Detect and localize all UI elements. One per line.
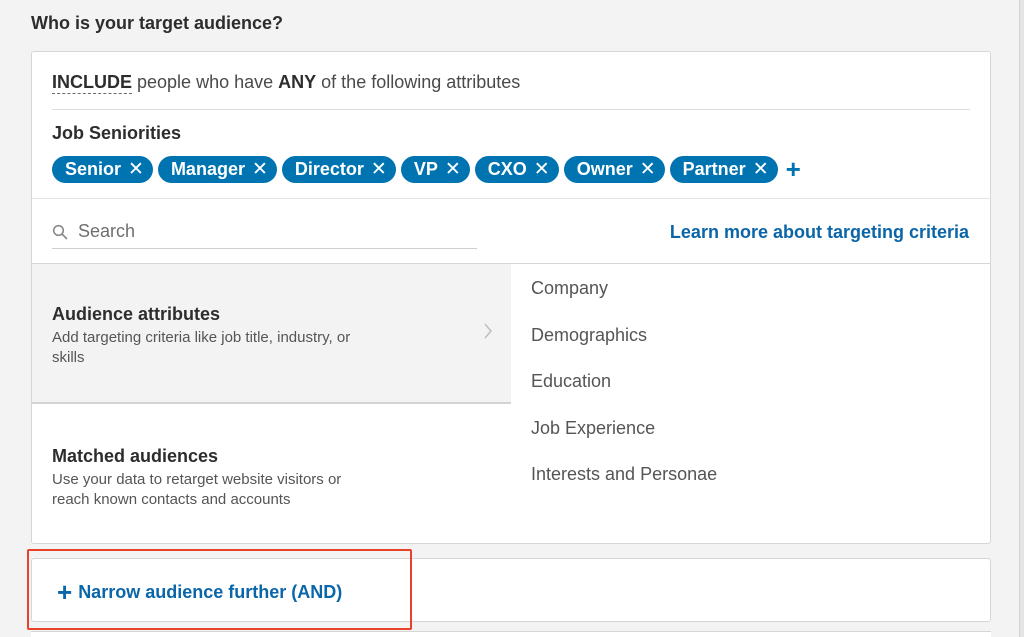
add-seniority-icon[interactable]: + bbox=[786, 156, 801, 182]
pill-owner[interactable]: Owner ✕ bbox=[563, 155, 665, 183]
plus-icon: + bbox=[57, 577, 73, 607]
pill-label: CXO bbox=[487, 158, 527, 179]
audience-attributes-item[interactable]: Audience attributes Add targeting criter… bbox=[32, 264, 511, 404]
pill-vp[interactable]: VP ✕ bbox=[400, 155, 470, 183]
pill-label: VP bbox=[413, 158, 438, 179]
search-icon bbox=[52, 223, 70, 241]
matched-audiences-item[interactable]: Matched audiences Use your data to retar… bbox=[32, 404, 511, 543]
remove-icon[interactable]: ✕ bbox=[128, 160, 144, 179]
remove-icon[interactable]: ✕ bbox=[371, 160, 387, 179]
attr-title: Audience attributes bbox=[52, 304, 221, 324]
search-field bbox=[52, 215, 477, 249]
page-scrollbar-edge bbox=[1019, 0, 1024, 637]
category-list: Company Demographics Education Job Exper… bbox=[512, 264, 990, 543]
pill-director[interactable]: Director ✕ bbox=[281, 155, 396, 183]
next-panel-edge bbox=[31, 631, 991, 637]
pill-label: Manager bbox=[170, 158, 245, 179]
category-education[interactable]: Education bbox=[531, 371, 611, 392]
criteria-browser: Audience attributes Add targeting criter… bbox=[32, 263, 990, 543]
pill-cxo[interactable]: CXO ✕ bbox=[474, 155, 559, 183]
chevron-right-icon bbox=[483, 322, 493, 340]
pill-partner[interactable]: Partner ✕ bbox=[669, 155, 778, 183]
attribute-group-list: Audience attributes Add targeting criter… bbox=[32, 264, 511, 543]
attr-description: Use your data to retarget website visito… bbox=[52, 471, 342, 508]
category-company[interactable]: Company bbox=[531, 278, 608, 299]
remove-icon[interactable]: ✕ bbox=[640, 160, 656, 179]
include-dropdown[interactable]: INCLUDE bbox=[52, 72, 132, 94]
seniority-pill-list: Senior ✕ Manager ✕ Director ✕ VP ✕ CXO ✕… bbox=[52, 155, 801, 183]
attr-description: Add targeting criteria like job title, i… bbox=[52, 329, 351, 366]
remove-icon[interactable]: ✕ bbox=[534, 160, 550, 179]
category-demographics[interactable]: Demographics bbox=[531, 325, 647, 346]
any-keyword: ANY bbox=[278, 72, 317, 92]
pill-manager[interactable]: Manager ✕ bbox=[157, 155, 277, 183]
pill-label: Senior bbox=[65, 158, 122, 179]
divider bbox=[32, 198, 990, 199]
narrow-audience-button[interactable]: + Narrow audience further (AND) bbox=[57, 579, 342, 605]
include-middle-text: people who have bbox=[137, 72, 274, 92]
remove-icon[interactable]: ✕ bbox=[753, 160, 769, 179]
narrow-audience-label: Narrow audience further (AND) bbox=[78, 581, 343, 602]
category-job-experience[interactable]: Job Experience bbox=[531, 418, 655, 439]
audience-card: INCLUDE people who have ANY of the follo… bbox=[31, 51, 991, 544]
attr-title: Matched audiences bbox=[52, 446, 219, 466]
include-suffix-text: of the following attributes bbox=[321, 72, 521, 92]
learn-more-link[interactable]: Learn more about targeting criteria bbox=[670, 222, 969, 243]
category-interests[interactable]: Interests and Personae bbox=[531, 464, 717, 485]
remove-icon[interactable]: ✕ bbox=[252, 160, 268, 179]
narrow-audience-panel: + Narrow audience further (AND) bbox=[31, 558, 991, 622]
job-seniorities-label: Job Seniorities bbox=[52, 123, 182, 143]
pill-senior[interactable]: Senior ✕ bbox=[52, 155, 153, 183]
pill-label: Partner bbox=[682, 158, 746, 179]
pill-label: Owner bbox=[576, 158, 633, 179]
include-statement: INCLUDE people who have ANY of the follo… bbox=[52, 72, 521, 94]
section-title: Who is your target audience? bbox=[31, 13, 284, 33]
remove-icon[interactable]: ✕ bbox=[445, 160, 461, 179]
search-input[interactable] bbox=[78, 221, 458, 242]
pill-label: Director bbox=[294, 158, 364, 179]
divider bbox=[52, 109, 970, 110]
